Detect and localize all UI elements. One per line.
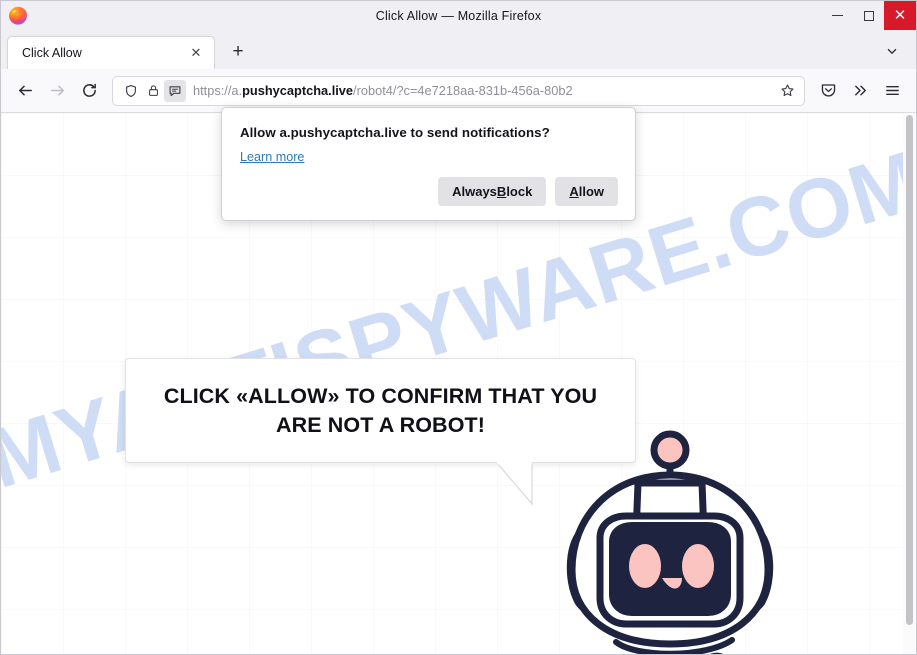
window-controls: ✕ [822,1,916,30]
robot-mascot-illustration [566,430,774,654]
permission-actions: Always Block Allow [438,177,618,206]
double-chevron-right-icon[interactable] [844,75,876,107]
window-title: Click Allow — Mozilla Firefox [375,8,542,23]
minimize-button[interactable] [822,1,853,30]
url-domain: pushycaptcha.live [242,83,354,98]
reload-icon[interactable] [73,75,105,107]
maximize-button[interactable] [853,1,884,30]
chevron-down-icon[interactable] [880,39,904,63]
address-bar[interactable]: https://a.pushycaptcha.live/robot4/?c=4e… [112,75,805,106]
shield-icon[interactable] [120,80,142,102]
url-path: /robot4/?c=4e7218aa-831b-456a-80b2 [353,83,573,98]
firefox-logo-icon [7,4,29,26]
always-block-button[interactable]: Always Block [438,177,547,206]
title-bar: Click Allow — Mozilla Firefox ✕ [1,1,916,30]
vertical-scrollbar[interactable] [903,113,916,654]
call-to-action-text: CLICK «ALLOW» TO CONFIRM THAT YOU ARE NO… [163,383,598,437]
notification-permission-popup: Allow a.pushycaptcha.live to send notifi… [221,107,636,221]
back-arrow-icon[interactable] [9,75,41,107]
tab-strip: Click Allow ✕ + [1,30,916,69]
learn-more-link[interactable]: Learn more [240,150,304,164]
tab-label: Click Allow [22,46,82,60]
url-text[interactable]: https://a.pushycaptcha.live/robot4/?c=4e… [186,83,775,98]
close-tab-icon[interactable]: ✕ [186,43,206,63]
scrollbar-thumb[interactable] [906,115,913,625]
close-window-button[interactable]: ✕ [884,1,916,30]
hamburger-menu-icon[interactable] [876,75,908,107]
pocket-icon[interactable] [812,75,844,107]
forward-arrow-icon [41,75,73,107]
speech-bubble-tail [496,462,533,506]
permission-title: Allow a.pushycaptcha.live to send notifi… [240,125,550,140]
new-tab-button[interactable]: + [223,37,253,67]
tab-click-allow[interactable]: Click Allow ✕ [7,36,215,69]
url-scheme: https://a. [193,83,243,98]
star-icon[interactable] [775,79,799,103]
notification-bubble-icon[interactable] [164,79,186,102]
padlock-icon[interactable] [142,80,164,102]
allow-button[interactable]: Allow [555,177,618,206]
firefox-browser-window: Click Allow — Mozilla Firefox ✕ Click Al… [0,0,917,655]
